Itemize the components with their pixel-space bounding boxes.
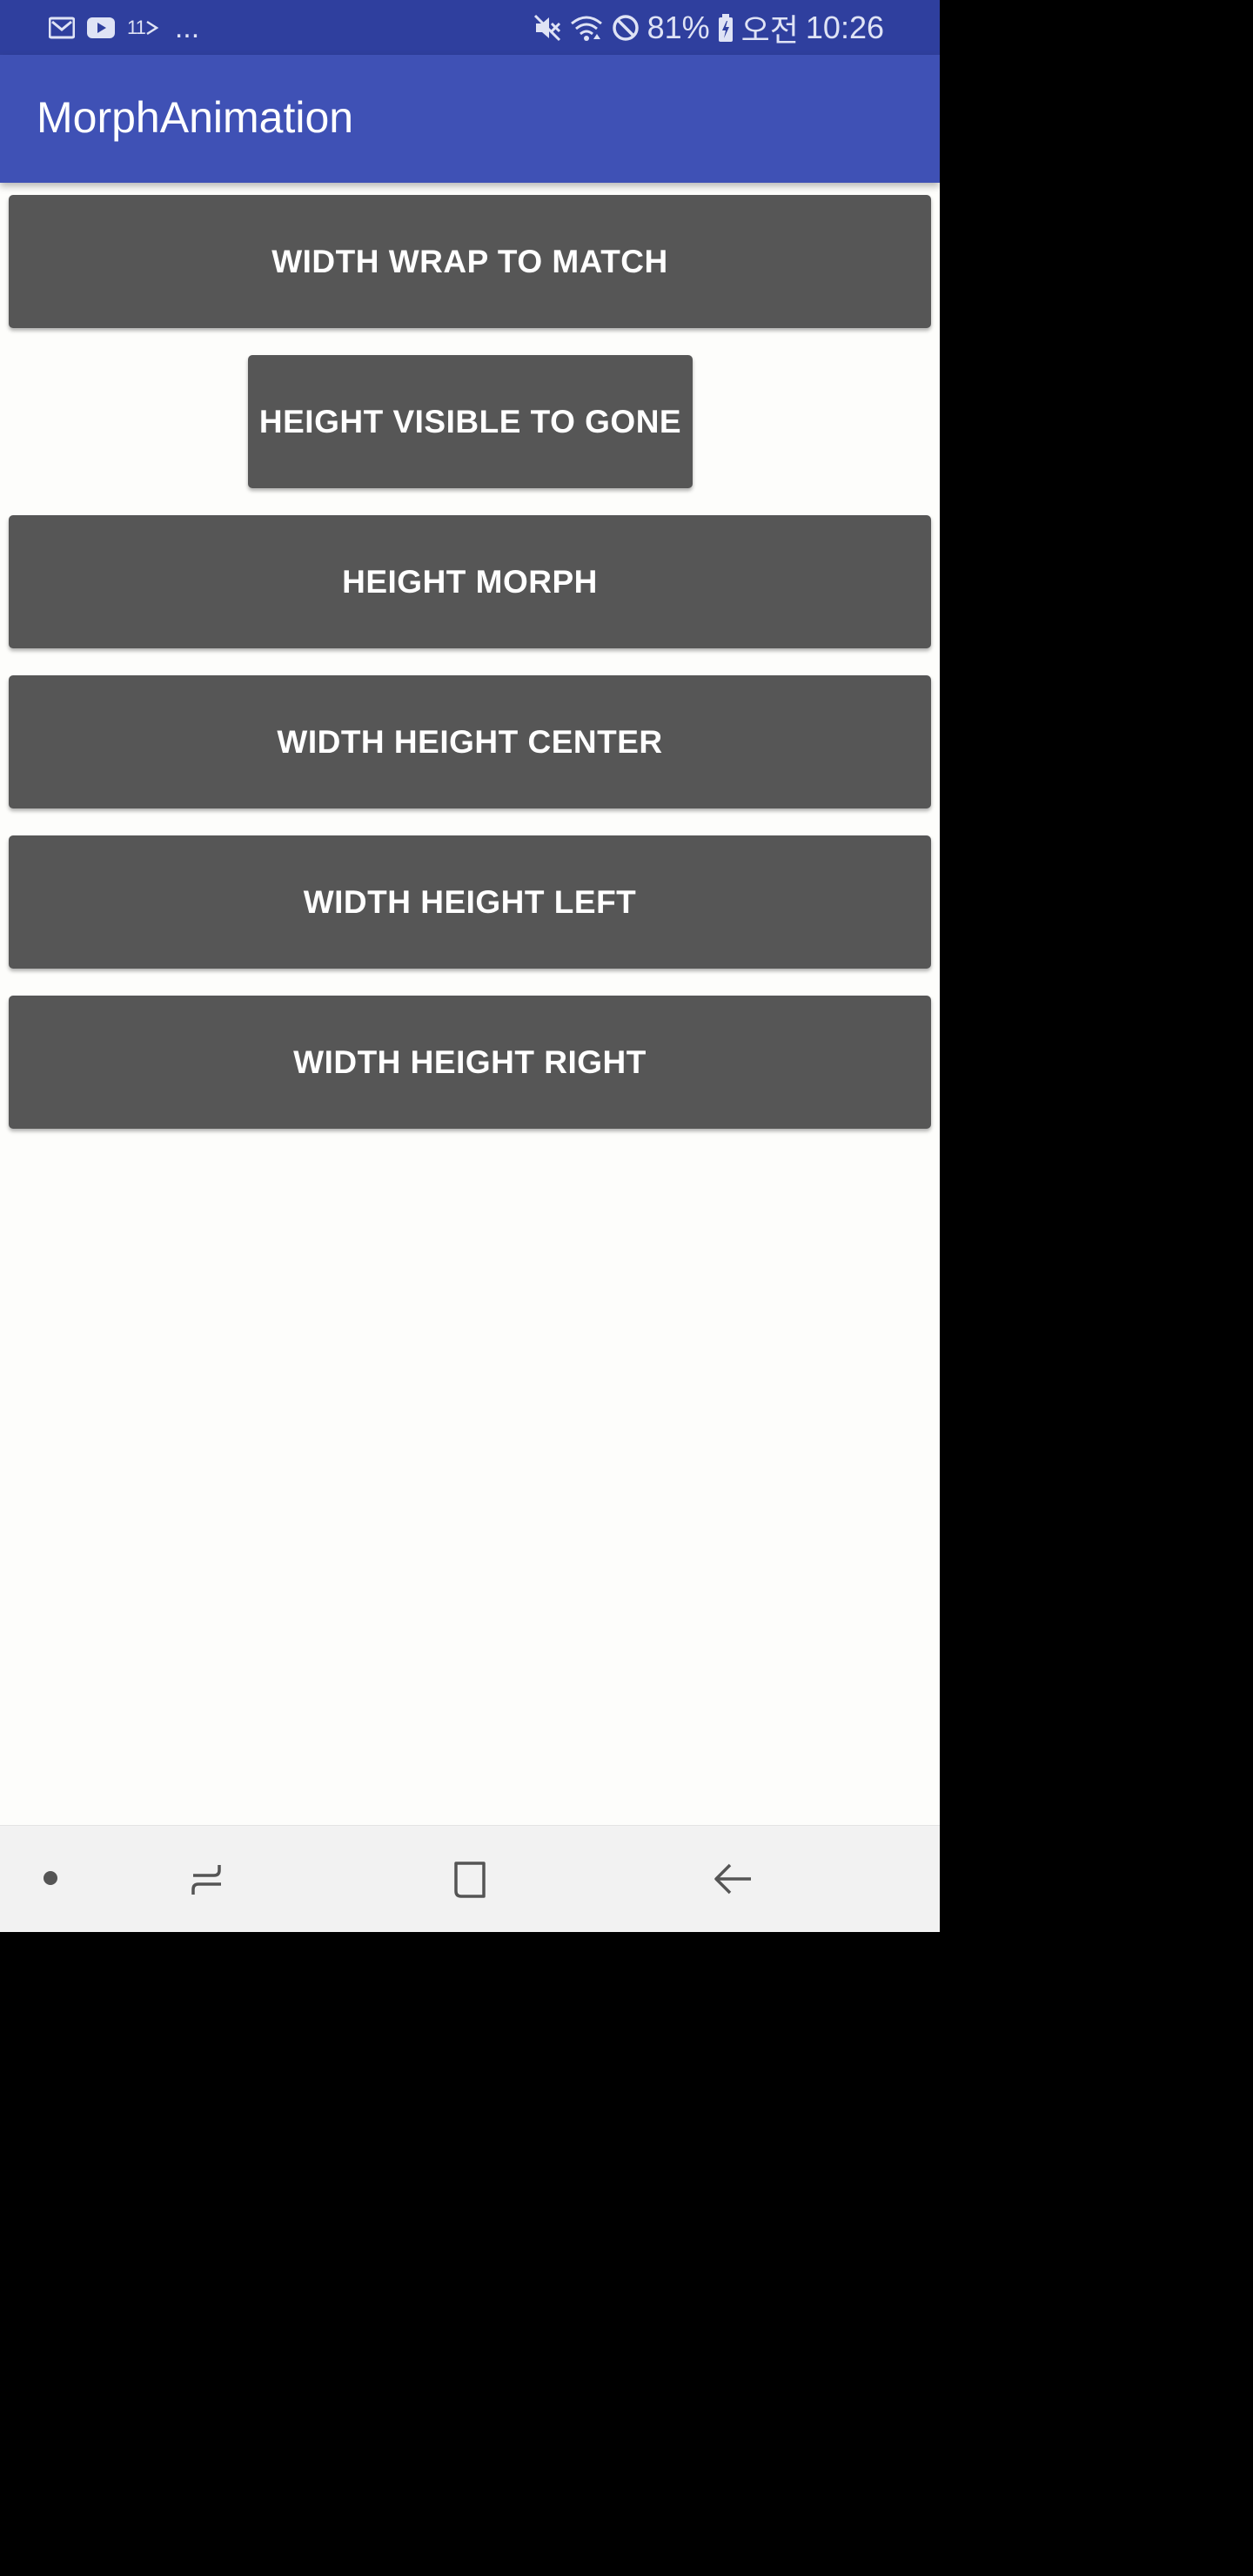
status-left-group: 11 ... xyxy=(49,10,199,45)
home-icon[interactable] xyxy=(446,1857,494,1902)
recent-apps-icon[interactable] xyxy=(181,1857,233,1901)
app-title: MorphAnimation xyxy=(37,93,354,142)
nav-dot-icon[interactable] xyxy=(38,1866,63,1890)
width-wrap-to-match-button[interactable]: WIDTH WRAP TO MATCH xyxy=(9,195,931,328)
phone-screen: 11 ... 81% 오전 10:26 MorphAnimation WIDTH… xyxy=(0,0,940,1932)
status-right-group: 81% 오전 10:26 xyxy=(533,9,884,48)
do-not-disturb-icon xyxy=(611,13,640,43)
app-bar: MorphAnimation xyxy=(0,55,940,183)
status-ampm: 오전 xyxy=(740,12,799,48)
width-height-left-button[interactable]: WIDTH HEIGHT LEFT xyxy=(9,835,931,969)
back-icon[interactable] xyxy=(708,1857,757,1901)
status-bar: 11 ... 81% 오전 10:26 xyxy=(0,0,940,55)
wifi-icon xyxy=(569,13,604,43)
status-clock: 10:26 xyxy=(805,10,884,45)
battery-percentage: 81% xyxy=(647,10,710,45)
mute-icon xyxy=(533,13,562,43)
notification-count: 11 xyxy=(127,17,146,38)
height-visible-to-gone-button[interactable]: HEIGHT VISIBLE TO GONE xyxy=(248,355,693,488)
youtube-icon xyxy=(87,17,115,38)
width-height-center-button[interactable]: WIDTH HEIGHT CENTER xyxy=(9,675,931,808)
gmail-icon xyxy=(49,17,75,39)
height-morph-button[interactable]: HEIGHT MORPH xyxy=(9,515,931,648)
status-more-text: ... xyxy=(174,11,200,44)
navigation-bar xyxy=(0,1825,940,1932)
notification-icon: 11 xyxy=(127,17,159,39)
width-height-right-button[interactable]: WIDTH HEIGHT RIGHT xyxy=(9,996,931,1129)
battery-icon xyxy=(717,13,734,43)
